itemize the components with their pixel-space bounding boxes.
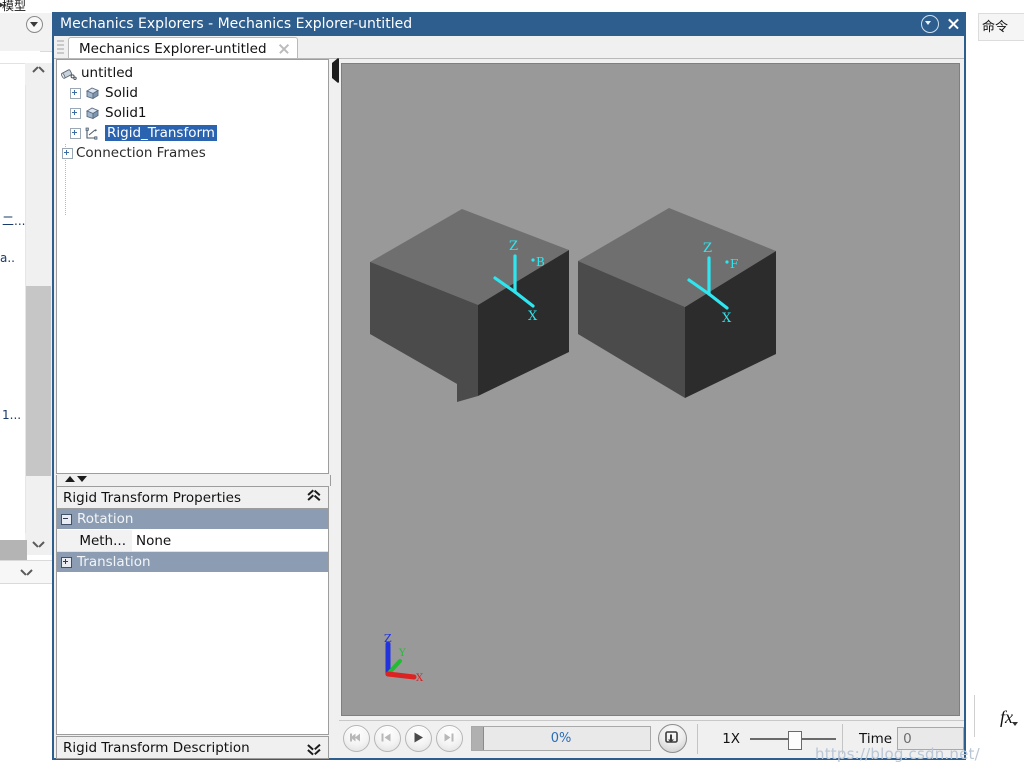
panel-splitter-horizontal[interactable] (56, 475, 331, 486)
model-label: 模型 (2, 0, 27, 13)
property-row-method[interactable]: Meth... None (57, 530, 328, 552)
window-title: Mechanics Explorers - Mechanics Explorer… (60, 16, 413, 32)
progress-label: 0% (550, 731, 572, 746)
triangle-down-icon[interactable] (77, 476, 87, 482)
tree-item-label: Connection Frames (76, 145, 206, 161)
chevron-down-icon[interactable] (21, 569, 32, 576)
properties-body: Rotation Meth... None Translation (56, 509, 329, 735)
fx-caret-icon (1012, 722, 1018, 726)
property-group-translation[interactable]: Translation (57, 552, 328, 573)
property-group-label: Rotation (77, 511, 134, 527)
step-forward-button[interactable] (436, 725, 463, 752)
property-name: Meth... (57, 530, 132, 551)
speed-slider-thumb[interactable] (788, 730, 803, 750)
background-gray-block (0, 540, 27, 560)
tree-item-label: Rigid_Transform (105, 125, 217, 141)
background-scroll-down-button[interactable] (25, 533, 52, 555)
tree-expander-icon[interactable] (62, 147, 73, 159)
progress-bar[interactable]: 0% (471, 726, 652, 751)
background-dropdown-icon[interactable] (26, 16, 43, 33)
properties-title: Rigid Transform Properties (63, 489, 241, 506)
tree-item-solid1[interactable]: Solid1 (57, 103, 328, 123)
window-title-bar[interactable]: Mechanics Explorers - Mechanics Explorer… (54, 14, 964, 36)
toolbar-separator (697, 723, 699, 754)
tab-grip-handle[interactable] (57, 40, 64, 56)
background-toolbar-panel (0, 13, 52, 52)
progress-thumb[interactable] (472, 727, 484, 750)
mechanics-explorer-window: Mechanics Explorers - Mechanics Explorer… (52, 12, 966, 760)
step-back-button[interactable] (374, 725, 401, 752)
property-value[interactable]: None (132, 530, 328, 551)
window-dropdown-icon[interactable] (921, 15, 939, 33)
triangle-up-icon[interactable] (65, 476, 75, 482)
tab-label: Mechanics Explorer-untitled (79, 40, 267, 57)
tab-mechanics-explorer[interactable]: Mechanics Explorer-untitled (68, 37, 298, 59)
solid-cube-left (370, 209, 569, 402)
group-expander-icon[interactable] (61, 513, 72, 525)
group-expander-icon[interactable] (61, 556, 72, 568)
background-text-fragment: 1... (2, 408, 22, 422)
background-separator (974, 695, 975, 737)
tree-expander-icon[interactable] (70, 87, 81, 99)
origin-y-label: Y (398, 648, 406, 659)
splitter-arrows[interactable] (65, 476, 87, 482)
double-chevron-down-icon[interactable] (308, 742, 319, 754)
play-button[interactable] (405, 725, 432, 752)
tree-item-rigid-transform[interactable]: Rigid_Transform (57, 123, 328, 143)
background-scroll-up-button[interactable] (25, 63, 52, 85)
background-text-fragment: 二... (2, 214, 26, 228)
skip-to-start-button[interactable] (343, 725, 370, 752)
origin-triad: Z Y X (384, 632, 424, 684)
tree-item-label: untitled (81, 65, 134, 81)
tree-item-untitled[interactable]: untitled (57, 63, 328, 83)
solid-cube-icon (84, 86, 101, 101)
frame-f-z-label: Z (703, 241, 712, 256)
tree-item-solid[interactable]: Solid (57, 83, 328, 103)
property-group-rotation[interactable]: Rotation (57, 509, 328, 530)
window-close-icon[interactable] (946, 16, 960, 32)
double-chevron-up-icon[interactable] (308, 492, 319, 504)
viewport-3d[interactable]: Z B X Z F X Z Y X (341, 63, 960, 716)
origin-z-label: Z (384, 632, 392, 645)
transform-icon (84, 126, 101, 141)
window-title-buttons (921, 15, 960, 33)
frame-f-x-axis-label: X (722, 311, 732, 326)
background-scrollbar-thumb[interactable] (26, 286, 51, 476)
description-header[interactable]: Rigid Transform Description (56, 736, 329, 759)
background-lower-bar (0, 560, 52, 584)
command-window-label: 命令 (982, 20, 1009, 35)
left-panel: untitled Solid Solid1 Rigid_Transform Co… (56, 59, 331, 759)
tree-item-connection-frames[interactable]: Connection Frames (57, 143, 328, 163)
frame-b-x-axis-label: X (528, 309, 538, 324)
tree-item-label: Solid (105, 85, 138, 101)
background-text-fragment: a.. (0, 251, 15, 265)
tree-item-label: Solid1 (105, 105, 147, 121)
frame-b-z-label: Z (509, 239, 518, 254)
origin-x-label: X (416, 673, 424, 684)
background-right-column (966, 13, 1024, 771)
model-tree[interactable]: untitled Solid Solid1 Rigid_Transform Co… (56, 59, 329, 474)
chevron-up-icon (33, 71, 44, 78)
property-group-label: Translation (77, 554, 151, 570)
solid-cube-right (578, 208, 776, 398)
snapshot-button[interactable] (658, 724, 688, 753)
tab-close-icon[interactable] (278, 43, 290, 55)
viewport-scene: Z B X Z F X Z Y X (370, 208, 776, 684)
properties-header[interactable]: Rigid Transform Properties (56, 486, 329, 509)
description-title: Rigid Transform Description (63, 739, 250, 756)
speed-label: 1X (722, 730, 741, 747)
screen: 模型 二... a.. 1... 命令 fx Mechanics Explore… (0, 0, 1024, 771)
tree-expander-icon[interactable] (70, 127, 81, 139)
model-root-icon (60, 66, 77, 81)
viewport-container: Z B X Z F X Z Y X (339, 59, 964, 719)
tree-expander-icon[interactable] (70, 107, 81, 119)
tab-strip: Mechanics Explorer-untitled (54, 36, 964, 59)
chevron-down-icon (33, 541, 44, 548)
solid-cube-icon (84, 106, 101, 121)
frame-b-x-label: B (536, 255, 545, 269)
frame-f-name-label: F (730, 257, 738, 271)
watermark: https://blog.csdn.net/ (815, 745, 980, 763)
